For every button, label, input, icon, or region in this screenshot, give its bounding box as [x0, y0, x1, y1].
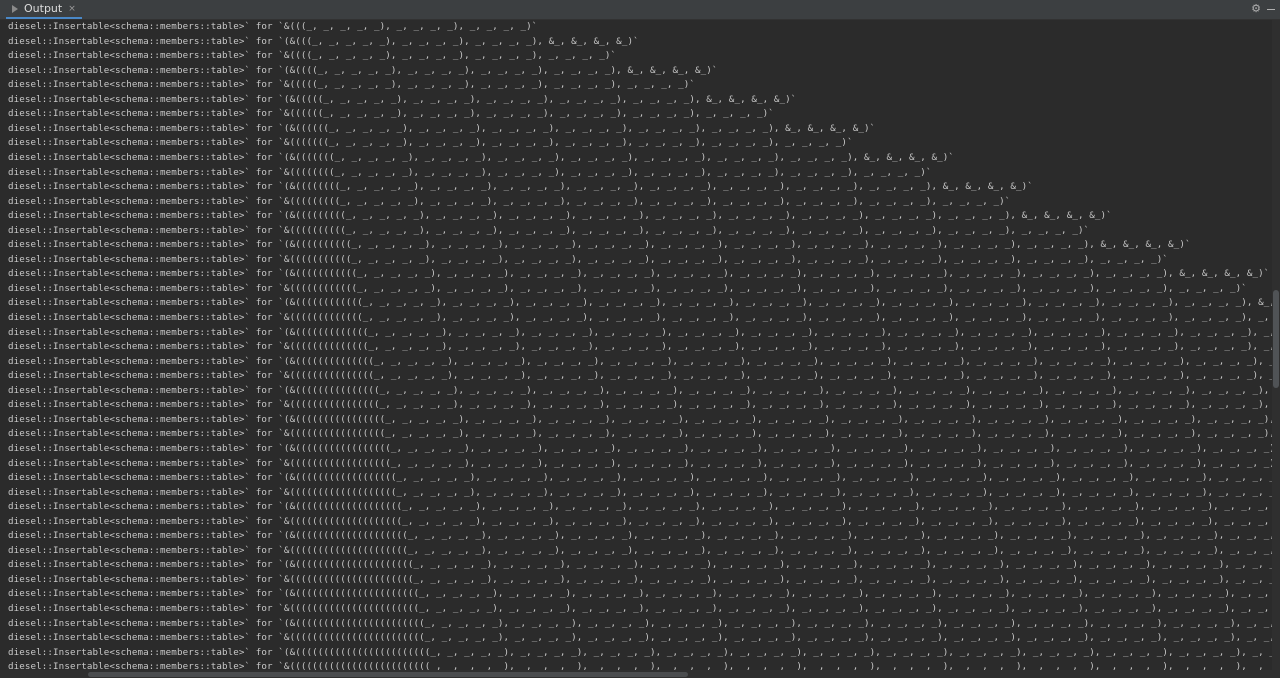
console-line: diesel::Insertable<schema::members::tabl…: [8, 573, 1272, 585]
console-line: diesel::Insertable<schema::members::tabl…: [8, 282, 1247, 294]
console-line: diesel::Insertable<schema::members::tabl…: [8, 108, 774, 120]
gear-icon[interactable]: ⚙: [1249, 2, 1263, 16]
output-tool-window: Output × ⚙ diesel::Insertable<schema::me…: [0, 0, 1280, 678]
close-icon[interactable]: ×: [68, 4, 76, 14]
console-output[interactable]: diesel::Insertable<schema::members::tabl…: [0, 20, 1272, 670]
console-line: diesel::Insertable<schema::members::tabl…: [8, 588, 1270, 600]
console-line: diesel::Insertable<schema::members::tabl…: [8, 428, 1272, 440]
console-line: diesel::Insertable<schema::members::tabl…: [8, 166, 932, 178]
console-line: diesel::Insertable<schema::members::tabl…: [8, 632, 1272, 644]
console-line: diesel::Insertable<schema::members::tabl…: [8, 268, 1270, 280]
console-line: diesel::Insertable<schema::members::tabl…: [8, 355, 1272, 367]
horizontal-scrollbar-thumb[interactable]: [88, 672, 688, 677]
run-output-icon: [12, 4, 18, 13]
console-line: diesel::Insertable<schema::members::tabl…: [8, 122, 876, 134]
console-line: diesel::Insertable<schema::members::tabl…: [8, 661, 1272, 670]
console-line: diesel::Insertable<schema::members::tabl…: [8, 239, 1191, 251]
console-line: diesel::Insertable<schema::members::tabl…: [8, 35, 639, 47]
console-line: diesel::Insertable<schema::members::tabl…: [8, 341, 1272, 353]
console-line: diesel::Insertable<schema::members::tabl…: [8, 370, 1272, 382]
console-line: diesel::Insertable<schema::members::tabl…: [8, 530, 1272, 542]
console-line: diesel::Insertable<schema::members::tabl…: [8, 442, 1272, 454]
console-line: diesel::Insertable<schema::members::tabl…: [8, 603, 1270, 614]
console-line: diesel::Insertable<schema::members::tabl…: [8, 93, 797, 105]
tool-window-header: Output × ⚙: [0, 0, 1280, 20]
tab-output-label: Output: [24, 2, 63, 15]
console-line: diesel::Insertable<schema::members::tabl…: [8, 646, 1272, 658]
console-line: diesel::Insertable<schema::members::tabl…: [8, 544, 1272, 556]
console-line: diesel::Insertable<schema::members::tabl…: [8, 253, 1169, 265]
console-line: diesel::Insertable<schema::members::tabl…: [8, 384, 1270, 396]
console-line: diesel::Insertable<schema::members::tabl…: [8, 559, 1272, 571]
console-line: diesel::Insertable<schema::members::tabl…: [8, 617, 1272, 629]
console-line: diesel::Insertable<schema::members::tabl…: [8, 501, 1270, 513]
console-line: diesel::Insertable<schema::members::tabl…: [8, 21, 538, 32]
console-line: diesel::Insertable<schema::members::tabl…: [8, 181, 1033, 193]
minimize-icon[interactable]: [1267, 9, 1275, 10]
console-line: diesel::Insertable<schema::members::tabl…: [8, 326, 1272, 338]
tab-output[interactable]: Output ×: [6, 0, 82, 19]
console-line: diesel::Insertable<schema::members::tabl…: [8, 50, 617, 62]
console-line: diesel::Insertable<schema::members::tabl…: [8, 79, 696, 91]
console-line: diesel::Insertable<schema::members::tabl…: [8, 64, 718, 76]
console-line: diesel::Insertable<schema::members::tabl…: [8, 195, 1011, 207]
console-line: diesel::Insertable<schema::members::tabl…: [8, 515, 1270, 527]
vertical-scrollbar-thumb[interactable]: [1273, 290, 1279, 388]
console-line: diesel::Insertable<schema::members::tabl…: [8, 457, 1272, 469]
console-line: diesel::Insertable<schema::members::tabl…: [8, 413, 1272, 425]
console-line: diesel::Insertable<schema::members::tabl…: [8, 399, 1270, 411]
console-line: diesel::Insertable<schema::members::tabl…: [8, 486, 1272, 498]
console-line: diesel::Insertable<schema::members::tabl…: [8, 312, 1272, 323]
console-line: diesel::Insertable<schema::members::tabl…: [8, 224, 1090, 236]
console-line: diesel::Insertable<schema::members::tabl…: [8, 210, 1112, 222]
console-line: diesel::Insertable<schema::members::tabl…: [8, 472, 1272, 484]
console-line: diesel::Insertable<schema::members::tabl…: [8, 151, 955, 163]
console-line: diesel::Insertable<schema::members::tabl…: [8, 297, 1272, 309]
console-line: diesel::Insertable<schema::members::tabl…: [8, 137, 853, 149]
